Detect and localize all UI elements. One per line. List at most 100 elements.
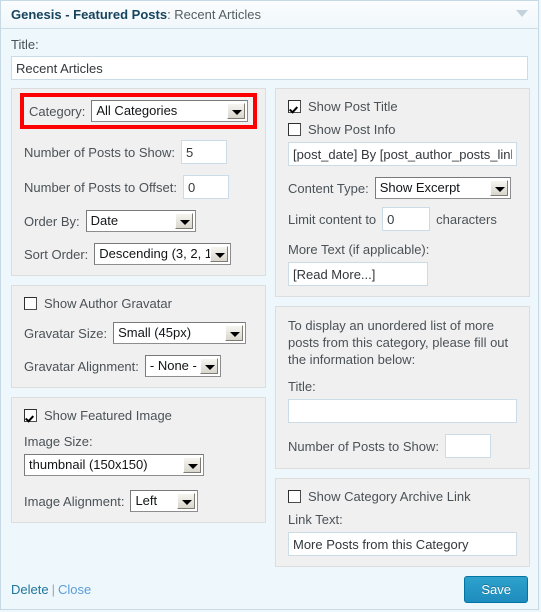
image-size-select-value: thumbnail (150x150) xyxy=(29,457,148,472)
posts-to-show-input[interactable] xyxy=(181,140,228,164)
content-panel: Show Post Title Show Post Info Content T… xyxy=(275,88,530,297)
dropdown-arrow-icon xyxy=(174,213,193,229)
content-type-select-value: Show Excerpt xyxy=(379,180,460,195)
order-by-select-value: Date xyxy=(90,213,119,228)
posts-offset-label: Number of Posts to Offset: xyxy=(24,179,177,195)
show-featured-image-checkbox[interactable] xyxy=(24,409,37,422)
dropdown-arrow-icon xyxy=(227,103,245,119)
posts-to-show-row: Number of Posts to Show: xyxy=(24,140,253,164)
dropdown-arrow-icon xyxy=(489,180,508,196)
footer-links: Delete | Close xyxy=(11,582,91,597)
show-archive-link-checkbox[interactable] xyxy=(288,490,301,503)
limit-content-input[interactable] xyxy=(382,207,431,231)
sort-order-select[interactable]: Descending (3, 2, 1) xyxy=(94,243,232,265)
gravatar-alignment-select-value: - None - xyxy=(149,358,197,373)
extra-posts-to-show-input[interactable] xyxy=(445,434,492,458)
extra-title-label: Title: xyxy=(288,379,316,394)
sort-order-select-value: Descending (3, 2, 1) xyxy=(99,246,217,261)
settings-columns: Category: All Categories Number of Posts… xyxy=(11,88,530,567)
link-text-input[interactable] xyxy=(288,532,517,556)
image-alignment-row: Image Alignment: Left xyxy=(24,490,253,512)
link-separator: | xyxy=(51,582,55,597)
image-alignment-select-value: Left xyxy=(135,493,158,508)
show-gravatar-checkbox[interactable] xyxy=(24,297,37,310)
show-post-info-row[interactable]: Show Post Info xyxy=(288,122,517,137)
category-highlight-box: Category: All Categories xyxy=(20,93,257,129)
show-gravatar-row[interactable]: Show Author Gravatar xyxy=(24,296,253,311)
more-text-input[interactable] xyxy=(288,262,428,286)
title-input[interactable] xyxy=(11,56,528,80)
gravatar-alignment-select[interactable]: - None - xyxy=(144,355,221,377)
posts-to-show-label: Number of Posts to Show: xyxy=(24,144,176,160)
extra-posts-to-show-row: Number of Posts to Show: xyxy=(288,434,517,458)
gravatar-panel: Show Author Gravatar Gravatar Size: Smal… xyxy=(11,285,266,388)
show-featured-image-label: Show Featured Image xyxy=(44,408,172,423)
category-select-value: All Categories xyxy=(96,103,178,118)
extra-posts-description: To display an unordered list of more pos… xyxy=(288,318,509,367)
extra-title-block: Title: xyxy=(288,379,517,423)
archive-link-panel: Show Category Archive Link Link Text: xyxy=(275,478,530,567)
order-by-select[interactable]: Date xyxy=(85,210,196,232)
image-alignment-label: Image Alignment: xyxy=(24,493,125,509)
image-alignment-select[interactable]: Left xyxy=(130,490,199,512)
order-by-row: Order By: Date xyxy=(24,210,253,232)
posts-offset-input[interactable] xyxy=(182,175,229,199)
show-archive-link-row[interactable]: Show Category Archive Link xyxy=(288,489,517,504)
content-type-row: Content Type: Show Excerpt xyxy=(288,177,517,199)
show-gravatar-label: Show Author Gravatar xyxy=(44,296,172,311)
widget-panel: Genesis - Featured Posts: Recent Article… xyxy=(0,0,539,610)
gravatar-size-row: Gravatar Size: Small (45px) xyxy=(24,322,253,344)
save-button[interactable]: Save xyxy=(464,576,528,603)
gravatar-size-select-value: Small (45px) xyxy=(118,325,192,340)
extra-posts-panel: To display an unordered list of more pos… xyxy=(275,306,530,469)
show-post-title-label: Show Post Title xyxy=(308,99,398,114)
show-post-info-checkbox[interactable] xyxy=(288,123,301,136)
limit-content-suffix: characters xyxy=(436,211,497,227)
widget-header[interactable]: Genesis - Featured Posts: Recent Article… xyxy=(1,1,538,29)
extra-posts-to-show-label: Number of Posts to Show: xyxy=(288,438,440,454)
limit-content-row: Limit content to characters xyxy=(288,207,517,231)
gravatar-alignment-row: Gravatar Alignment: - None - xyxy=(24,355,253,377)
dropdown-arrow-icon xyxy=(225,325,244,341)
dropdown-arrow-icon xyxy=(210,246,229,262)
order-by-label: Order By: xyxy=(24,213,80,229)
right-column: Show Post Title Show Post Info Content T… xyxy=(275,88,530,567)
extra-title-input[interactable] xyxy=(288,399,517,423)
link-text-label: Link Text: xyxy=(288,512,343,527)
featured-image-panel: Show Featured Image Image Size: thumbnai… xyxy=(11,397,266,523)
gravatar-size-select[interactable]: Small (45px) xyxy=(113,322,247,344)
widget-title: Genesis - Featured Posts: Recent Article… xyxy=(11,7,261,22)
gravatar-alignment-label: Gravatar Alignment: xyxy=(24,358,139,374)
chevron-down-icon[interactable] xyxy=(516,10,528,17)
widget-title-strong: Genesis - Featured Posts xyxy=(11,7,168,22)
category-label: Category: xyxy=(29,103,86,119)
widget-body: Title: Category: All Categories xyxy=(1,29,538,567)
widget-title-rest: : Recent Articles xyxy=(167,7,261,22)
sort-order-label: Sort Order: xyxy=(24,246,89,262)
close-link[interactable]: Close xyxy=(58,582,91,597)
show-featured-image-row[interactable]: Show Featured Image xyxy=(24,408,253,423)
more-text-label: More Text (if applicable): xyxy=(288,242,430,257)
content-type-select[interactable]: Show Excerpt xyxy=(374,177,511,199)
query-panel: Category: All Categories Number of Posts… xyxy=(11,88,266,276)
left-column: Category: All Categories Number of Posts… xyxy=(11,88,266,567)
category-select[interactable]: All Categories xyxy=(91,100,248,122)
title-field-label: Title: xyxy=(11,37,39,52)
show-archive-link-label: Show Category Archive Link xyxy=(308,489,471,504)
show-post-info-label: Show Post Info xyxy=(308,122,396,137)
image-size-label: Image Size: xyxy=(24,434,93,449)
posts-offset-row: Number of Posts to Offset: xyxy=(24,175,253,199)
show-post-title-row[interactable]: Show Post Title xyxy=(288,99,517,114)
dropdown-arrow-icon xyxy=(199,358,218,374)
category-row: Category: All Categories xyxy=(29,100,248,122)
content-type-label: Content Type: xyxy=(288,180,369,196)
widget-footer: Delete | Close Save xyxy=(1,567,538,603)
more-text-block: More Text (if applicable): xyxy=(288,242,517,286)
post-info-input[interactable] xyxy=(288,142,517,166)
image-size-block: Image Size: thumbnail (150x150) xyxy=(24,434,253,479)
limit-content-prefix: Limit content to xyxy=(288,211,377,227)
image-size-select[interactable]: thumbnail (150x150) xyxy=(24,454,204,476)
show-post-title-checkbox[interactable] xyxy=(288,100,301,113)
delete-link[interactable]: Delete xyxy=(11,582,49,597)
gravatar-size-label: Gravatar Size: xyxy=(24,325,108,341)
